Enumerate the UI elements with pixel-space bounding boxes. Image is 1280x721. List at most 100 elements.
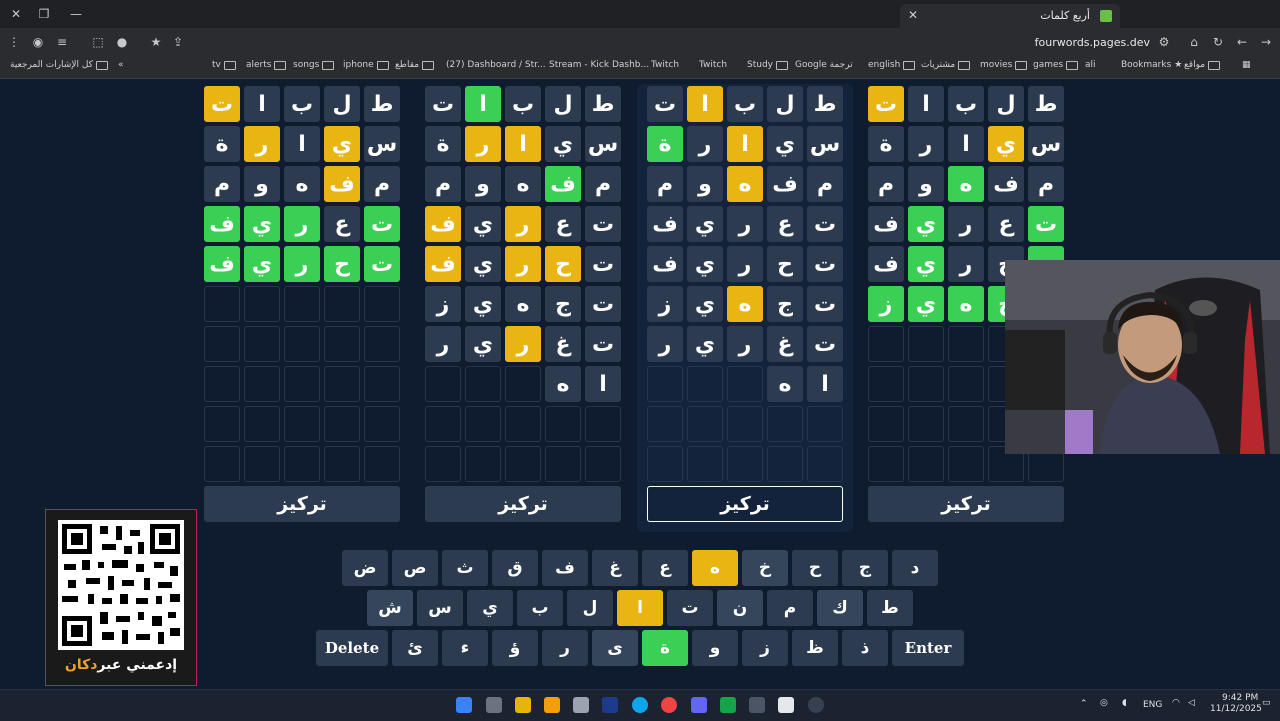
bookmark-item[interactable]: مقاطع <box>395 60 435 70</box>
keyboard-key[interactable]: ا <box>617 590 663 626</box>
keyboard-key[interactable]: ي <box>467 590 513 626</box>
keyboard-key[interactable]: ت <box>667 590 713 626</box>
bookmarks-bar: كل الإشارات المرجعية « tv alerts songs i… <box>0 56 1280 79</box>
keyboard-key[interactable]: ذ <box>842 630 888 666</box>
keyboard-key[interactable]: ث <box>442 550 488 586</box>
app-icon[interactable] <box>749 697 765 713</box>
keyboard-key[interactable]: ئ <box>392 630 438 666</box>
xbox-icon[interactable] <box>720 697 736 713</box>
keyboard-key[interactable]: س <box>417 590 463 626</box>
keyboard-key[interactable]: ظ <box>792 630 838 666</box>
keyboard-key[interactable]: ل <box>567 590 613 626</box>
focus-button-4[interactable]: تركيز <box>868 486 1064 522</box>
microphone-icon[interactable]: ◖ <box>1122 698 1127 708</box>
bookmark-item[interactable]: Study <box>747 60 788 70</box>
clock-date[interactable]: 11/12/2025 <box>1210 704 1262 714</box>
clock-time[interactable]: 9:42 PM <box>1222 693 1258 703</box>
keyboard-key[interactable]: ض <box>342 550 388 586</box>
bookmark-item[interactable]: (27) Dashboard / Str... <box>446 60 546 70</box>
media-icon[interactable]: ≡ <box>48 28 76 56</box>
keyboard-key[interactable]: ع <box>642 550 688 586</box>
keyboard-key[interactable]: ى <box>592 630 638 666</box>
minimize-window-icon[interactable]: — <box>62 0 90 28</box>
volume-icon[interactable]: ◁ <box>1188 698 1195 708</box>
keyboard-key[interactable]: ف <box>542 550 588 586</box>
site-settings-icon[interactable]: ⚙ <box>1150 28 1178 56</box>
steam-icon[interactable] <box>602 697 618 713</box>
bookmark-item[interactable]: مشتريات <box>921 60 971 70</box>
keyboard-key[interactable]: غ <box>592 550 638 586</box>
keyboard-key[interactable]: ب <box>517 590 563 626</box>
wifi-icon[interactable]: ◠ <box>1172 698 1180 708</box>
language-indicator[interactable]: ENG <box>1143 700 1162 710</box>
bookmark-item[interactable]: Twitch <box>699 60 727 70</box>
keyboard-key[interactable]: ج <box>842 550 888 586</box>
tab-close-icon[interactable]: ✕ <box>908 8 918 22</box>
store-icon[interactable] <box>544 697 560 713</box>
bookmark-item[interactable]: tv <box>212 60 236 70</box>
keyboard-key[interactable]: خ <box>742 550 788 586</box>
keyboard-key[interactable]: ح <box>792 550 838 586</box>
grid-apps-icon[interactable]: ▦ <box>1242 60 1251 70</box>
keyboard-key[interactable]: ه <box>692 550 738 586</box>
app-icon[interactable] <box>573 697 589 713</box>
tray-overflow-icon[interactable]: ⌃ <box>1080 699 1088 709</box>
start-icon[interactable] <box>456 697 472 713</box>
focus-button-3[interactable]: تركيز <box>647 486 843 522</box>
task-view-icon[interactable] <box>486 697 502 713</box>
keyboard-key[interactable]: ء <box>442 630 488 666</box>
bookmark-item[interactable]: Twitch <box>651 60 679 70</box>
notification-icon[interactable]: ▭ <box>1262 698 1271 708</box>
bookmarks-overflow-icon[interactable]: « <box>118 60 124 70</box>
keyboard-key[interactable]: ؤ <box>492 630 538 666</box>
letter-tile: ط <box>1028 86 1064 122</box>
bookmark-item[interactable]: iphone <box>343 60 389 70</box>
bookmark-item[interactable]: مواقع <box>1184 60 1221 70</box>
bookmark-item[interactable]: ali <box>1085 60 1096 70</box>
letter-tile: م <box>1028 166 1064 202</box>
letter-tile <box>324 326 360 362</box>
keyboard-key[interactable]: ق <box>492 550 538 586</box>
keyboard-key[interactable]: ك <box>817 590 863 626</box>
bookmark-item[interactable]: Google ترجمة <box>795 60 853 70</box>
app-icon[interactable] <box>778 697 794 713</box>
chrome-icon[interactable] <box>661 697 677 713</box>
focus-button-2[interactable]: تركيز <box>425 486 621 522</box>
bookmark-item[interactable]: games <box>1033 60 1079 70</box>
share-icon[interactable]: ⇪ <box>164 28 192 56</box>
enter-key[interactable]: Enter <box>892 630 964 666</box>
edge-icon[interactable] <box>632 697 648 713</box>
bookmark-item[interactable]: Stream - Kick Dashb... <box>549 60 649 70</box>
letter-tile: ة <box>425 126 461 162</box>
close-window-icon[interactable]: ✕ <box>2 0 30 28</box>
all-bookmarks[interactable]: كل الإشارات المرجعية <box>10 60 108 70</box>
focus-button-1[interactable]: تركيز <box>204 486 400 522</box>
keyboard-key[interactable]: د <box>892 550 938 586</box>
keyboard-key[interactable]: ز <box>742 630 788 666</box>
letter-tile: ي <box>988 126 1024 162</box>
extension-icon[interactable]: ● <box>108 28 136 56</box>
keyboard-key[interactable]: و <box>692 630 738 666</box>
keyboard-key[interactable]: ش <box>367 590 413 626</box>
keyboard-key[interactable]: ر <box>542 630 588 666</box>
address-bar-url[interactable]: fourwords.pages.dev <box>1035 36 1150 49</box>
back-icon[interactable]: → <box>1252 28 1280 56</box>
restore-window-icon[interactable]: ❐ <box>30 0 58 28</box>
bookmark-item[interactable]: english <box>868 60 916 70</box>
bookmark-item[interactable]: alerts <box>246 60 287 70</box>
bookmark-item[interactable]: Bookmarks ★ <box>1121 60 1182 70</box>
tray-app-icon[interactable]: ◎ <box>1100 698 1108 708</box>
keyboard-key[interactable]: ن <box>717 590 763 626</box>
keyboard-key[interactable]: م <box>767 590 813 626</box>
obs-icon[interactable] <box>808 697 824 713</box>
keyboard-key[interactable]: ص <box>392 550 438 586</box>
discord-icon[interactable] <box>691 697 707 713</box>
bookmark-item[interactable]: movies <box>980 60 1028 70</box>
delete-key[interactable]: Delete <box>316 630 388 666</box>
browser-tab[interactable]: أربع كلمات ✕ <box>900 4 1120 28</box>
file-explorer-icon[interactable] <box>515 697 531 713</box>
keyboard-key[interactable]: ط <box>867 590 913 626</box>
letter-tile: ا <box>908 86 944 122</box>
keyboard-key[interactable]: ة <box>642 630 688 666</box>
bookmark-item[interactable]: songs <box>293 60 335 70</box>
